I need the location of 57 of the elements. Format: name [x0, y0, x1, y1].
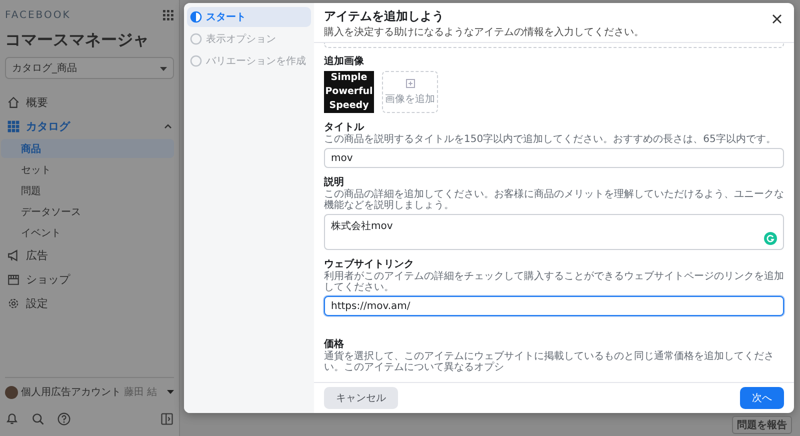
megaphone-icon [7, 248, 20, 262]
field-label: 説明 [324, 176, 344, 189]
wizard-step[interactable]: バリエーションを作成 [187, 51, 311, 71]
close-icon [772, 14, 782, 24]
wizard-step[interactable]: スタート [187, 7, 311, 27]
nav-subitem[interactable]: データソース [1, 202, 174, 221]
bell-icon[interactable] [5, 412, 19, 426]
dialog-title: アイテムを追加しよう [324, 8, 445, 25]
writing-assistant-icon[interactable] [764, 232, 777, 245]
panel-toggle-icon[interactable] [160, 412, 174, 426]
circle-icon [190, 55, 202, 67]
add-photo-icon [406, 78, 414, 88]
section-label: 追加画像 [324, 55, 365, 68]
next-button[interactable]: 次へ [740, 387, 784, 409]
nav-subitem[interactable]: イベント [1, 223, 174, 242]
account-switcher[interactable]: 個人用広告アカウント 藤田 結 [5, 377, 174, 406]
app-title: コマースマネージャ [5, 30, 150, 51]
text-field[interactable]: mov [324, 148, 784, 168]
apps-grid-icon[interactable] [163, 10, 174, 21]
nav-subitem[interactable]: 問題 [1, 181, 174, 200]
wizard-step[interactable]: 表示オプション [187, 29, 311, 49]
circle-icon [190, 33, 202, 45]
field-hint: この商品を説明するタイトルを150字以内で追加してください。おすすめの長さは、65字以内です。 [324, 134, 777, 145]
chevron-up-icon[interactable] [164, 124, 172, 128]
nav-item[interactable]: 概要 [5, 91, 174, 113]
half-circle-icon [190, 11, 202, 23]
dialog-subtitle: 購入を決定する助けになるようなアイテムの情報を入力してください。 [324, 26, 644, 39]
caret-down-icon [160, 66, 167, 70]
nav-subitem[interactable]: 商品 [1, 139, 174, 158]
brand-logo: FACEBOOK [5, 10, 71, 21]
settings-icon [7, 296, 20, 310]
nav-item[interactable]: ショップ [5, 268, 174, 290]
report-problem-button[interactable]: 問題を報告 [732, 416, 792, 434]
help-icon[interactable] [57, 412, 71, 426]
caret-down-icon [167, 390, 174, 394]
nav-item[interactable]: 設定 [5, 292, 174, 314]
field-hint: 通貨を選択して、このアイテムにウェブサイトに掲載しているものと同じ通常価格を追加してください。このアイテムについて異なるオプシ [324, 351, 775, 373]
text-field[interactable]: https://mov.am/ [324, 296, 784, 316]
grid-icon [7, 120, 20, 132]
field-label: ウェブサイトリンク [324, 258, 415, 270]
field-hint: 利用者がこのアイテムの詳細をチェックして購入することができるウェブサイトページのリンクを追加してください。 [324, 271, 784, 293]
house-icon [7, 96, 20, 108]
nav-item[interactable]: 広告 [5, 244, 174, 266]
storefront-icon [7, 272, 20, 286]
product-image[interactable]: Simple Powerful Speedy [324, 71, 374, 113]
avatar-icon [5, 386, 18, 398]
catalog-dropdown[interactable]: カタログ_商品 [5, 57, 174, 79]
close-button[interactable] [770, 12, 784, 26]
field-hint: この商品の詳細を追加してください。お客様に商品のメリットを理解していただけるよう、ユニークな機能などを説明しましょう。 [324, 189, 784, 211]
nav-item[interactable]: カタログ [5, 115, 174, 137]
nav-subitem[interactable]: セット [1, 160, 174, 179]
text-area[interactable]: 株式会社mov [324, 214, 784, 250]
field-label: 価格 [324, 338, 345, 350]
field-label: タイトル [324, 121, 366, 134]
search-icon[interactable] [31, 412, 45, 426]
add-image-button[interactable]: 画像を追加 [382, 71, 438, 113]
cancel-button[interactable]: キャンセル [324, 387, 398, 409]
